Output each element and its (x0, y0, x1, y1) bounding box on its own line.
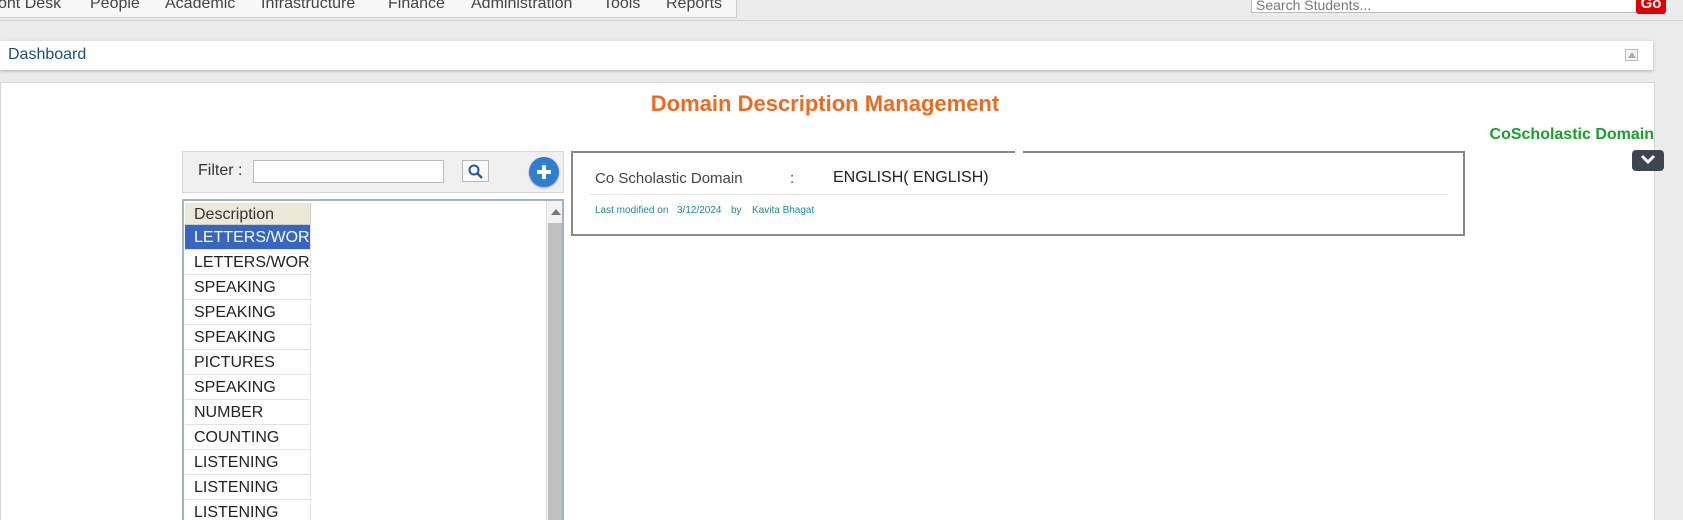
chevron-down-icon (1640, 154, 1656, 165)
breadcrumb-bar: Dashboard (0, 41, 1653, 70)
nav-item-reports[interactable]: Reports (666, 0, 722, 13)
list-item[interactable]: LISTENING (185, 475, 311, 500)
list-item[interactable]: LISTENING (185, 500, 311, 520)
modified-by-user: Kavita Bhagat (752, 205, 815, 216)
nav-item-front-desk[interactable]: ont Desk (0, 0, 61, 13)
nav-item-people[interactable]: People (90, 0, 140, 13)
list-item[interactable]: SPEAKING (185, 325, 311, 350)
list-item[interactable]: LISTENING (185, 450, 311, 475)
top-nav: ont Desk People Academic Infrastructure … (0, 0, 1683, 21)
scroll-up-icon[interactable] (551, 209, 561, 215)
list-item[interactable]: SPEAKING (185, 300, 311, 325)
page-title: Domain Description Management (650, 91, 1000, 116)
breadcrumb-dashboard-link[interactable]: Dashboard (8, 46, 86, 64)
detail-divider (590, 194, 1447, 195)
list-item[interactable]: PICTURES (185, 350, 311, 375)
nav-item-tools[interactable]: Tools (603, 0, 640, 13)
collapse-icon[interactable] (1625, 49, 1638, 61)
nav-item-infrastructure[interactable]: Infrastructure (261, 0, 355, 13)
go-button[interactable]: Go (1636, 0, 1666, 14)
list-item[interactable]: SPEAKING (185, 375, 311, 400)
domain-field-value: ENGLISH( ENGLISH) (833, 169, 989, 186)
detail-notch (1015, 150, 1023, 154)
student-search-input[interactable] (1251, 0, 1642, 13)
main-menu: ont Desk People Academic Infrastructure … (0, 0, 737, 18)
nav-item-academic[interactable]: Academic (165, 0, 235, 13)
column-header-description[interactable]: Description (185, 203, 311, 225)
list-item[interactable]: LETTERS/WORDS (185, 250, 311, 275)
search-icon (468, 164, 483, 179)
list-item[interactable]: NUMBER (185, 400, 311, 425)
list-item[interactable]: SPEAKING (185, 275, 311, 300)
domain-toggle-button[interactable] (1632, 150, 1664, 171)
list-scrollbar[interactable] (546, 201, 562, 520)
scroll-thumb[interactable] (548, 223, 562, 520)
filter-search-button[interactable] (462, 160, 489, 182)
nav-item-finance[interactable]: Finance (388, 0, 445, 13)
description-list: Description LETTERS/WORDSLETTERS/WORDSSP… (182, 199, 564, 520)
modified-by-label: by (731, 205, 742, 216)
field-separator: : (790, 170, 795, 187)
last-modified-label: Last modified on (595, 205, 669, 216)
list-item[interactable]: COUNTING (185, 425, 311, 450)
last-modified-date: 3/12/2024 (677, 205, 722, 216)
filter-input[interactable] (253, 160, 444, 183)
domain-field-label: Co Scholastic Domain (595, 170, 743, 187)
domain-type-label: CoScholastic Domain (1489, 126, 1654, 143)
list-item[interactable]: LETTERS/WORDS (185, 225, 311, 250)
filter-label: Filter : (198, 162, 243, 179)
nav-item-administration[interactable]: Administration (471, 0, 572, 13)
add-button[interactable] (529, 157, 559, 187)
